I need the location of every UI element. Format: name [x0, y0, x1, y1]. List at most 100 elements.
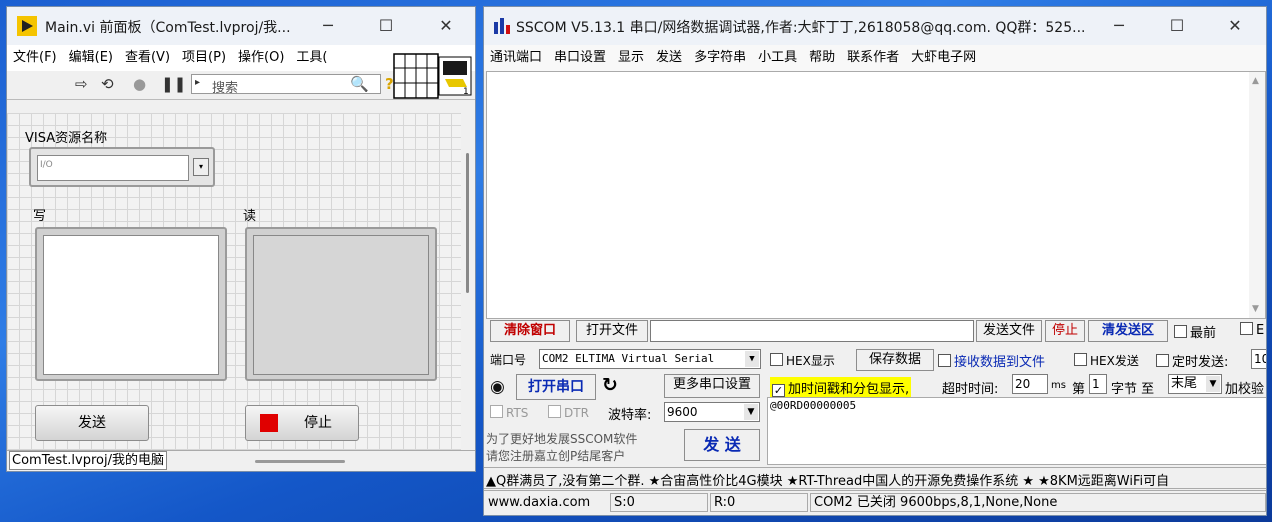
timed-send-checkbox-box[interactable]: [1156, 354, 1169, 367]
checksum-label: 加校验: [1225, 382, 1265, 397]
run-continuous-icon[interactable]: ⟲: [101, 75, 114, 93]
menu-help[interactable]: 帮助: [803, 45, 841, 71]
byte-to-label: 字节 至: [1111, 382, 1155, 397]
promo-line-1[interactable]: 为了更好地发展SSCOM软件: [486, 430, 637, 447]
menu-operate[interactable]: 操作(O): [232, 45, 290, 71]
search-icon[interactable]: 🔍: [350, 75, 369, 93]
horizontal-scroll-thumb[interactable]: [255, 460, 345, 463]
write-label: 写: [33, 209, 47, 224]
nth-byte-value: 1: [1092, 377, 1100, 391]
visa-resource-label: VISA资源名称: [25, 131, 108, 146]
menu-comm-port[interactable]: 通讯端口: [484, 45, 548, 71]
rts-checkbox[interactable]: RTS: [490, 405, 528, 420]
hex-send-checkbox-box[interactable]: [1074, 353, 1087, 366]
menu-port-settings[interactable]: 串口设置: [548, 45, 612, 71]
menu-tools[interactable]: 小工具: [752, 45, 803, 71]
timestamp-checkbox[interactable]: ✓ 加时间戳和分包显示,: [770, 377, 912, 398]
minimize-icon[interactable]: ─: [1108, 15, 1130, 37]
hex-display-checkbox-box[interactable]: [770, 353, 783, 366]
refresh-icon[interactable]: ↻: [602, 374, 618, 396]
chevron-down-icon[interactable]: ▼: [744, 404, 758, 420]
clear-send-area-button[interactable]: 清发送区: [1088, 320, 1168, 342]
labview-statusbar: ComTest.lvproj/我的电脑: [7, 450, 475, 471]
send-file-button[interactable]: 发送文件: [976, 320, 1042, 342]
labview-search-box[interactable]: ▸ 搜索 🔍: [191, 74, 381, 96]
recv-to-file-checkbox[interactable]: 接收数据到文件: [938, 351, 1045, 370]
run-arrow-icon[interactable]: ⇨: [75, 75, 88, 93]
visa-dropdown-icon[interactable]: ▾: [193, 158, 209, 176]
topmost-label: 最前: [1190, 326, 1217, 341]
chevron-down-icon[interactable]: ▼: [745, 351, 759, 367]
labview-stop-button[interactable]: 停止: [245, 405, 359, 441]
scroll-down-icon[interactable]: ▼: [1252, 304, 1259, 314]
menu-file[interactable]: 文件(F): [7, 45, 63, 71]
receive-scrollbar[interactable]: ▲ ▼: [1249, 72, 1265, 318]
pause-icon[interactable]: ❚❚: [161, 75, 186, 93]
dtr-label: DTR: [564, 406, 589, 420]
close-icon[interactable]: ✕: [1224, 15, 1246, 37]
stop-send-button[interactable]: 停止: [1045, 320, 1085, 342]
send-button-label: 发送: [78, 415, 106, 431]
menu-view[interactable]: 查看(V): [119, 45, 176, 71]
port-status-led-icon: ◉: [490, 377, 505, 397]
scroll-up-icon[interactable]: ▲: [1252, 76, 1259, 86]
menu-display[interactable]: 显示: [612, 45, 650, 71]
send-button[interactable]: 发 送: [684, 429, 760, 461]
nth-byte-input[interactable]: 1: [1089, 374, 1107, 394]
more-port-settings-button[interactable]: 更多串口设置: [664, 374, 760, 398]
labview-send-button[interactable]: 发送: [35, 405, 149, 441]
visa-io-prefix: I/O: [40, 160, 53, 170]
menu-send[interactable]: 发送: [650, 45, 688, 71]
minimize-icon[interactable]: ─: [317, 15, 339, 37]
baud-rate-select[interactable]: 9600 ▼: [664, 402, 760, 422]
dtr-checkbox[interactable]: DTR: [548, 405, 589, 420]
dtr-checkbox-box[interactable]: [548, 405, 561, 418]
write-string-input[interactable]: [43, 235, 219, 375]
menu-tools[interactable]: 工具(: [290, 45, 333, 71]
topmost-checkbox-box[interactable]: [1174, 325, 1187, 338]
promo-line-2[interactable]: 请您注册嘉立创P结尾客户: [486, 447, 625, 464]
search-expand-icon: ▸: [195, 77, 201, 88]
abort-icon[interactable]: ●: [133, 75, 146, 93]
baud-label: 波特率:: [608, 408, 652, 423]
maximize-icon[interactable]: ☐: [1166, 15, 1188, 37]
labview-vertical-scrollbar[interactable]: [461, 113, 475, 453]
menu-edit[interactable]: 编辑(E): [63, 45, 119, 71]
english-checkbox[interactable]: E: [1240, 322, 1264, 338]
clear-window-button[interactable]: 清除窗口: [490, 320, 570, 342]
menu-daxia-site[interactable]: 大虾电子网: [905, 45, 982, 71]
hex-send-checkbox[interactable]: HEX发送: [1074, 352, 1139, 369]
recv-to-file-checkbox-box[interactable]: [938, 354, 951, 367]
chevron-down-icon[interactable]: ▼: [1206, 376, 1220, 392]
status-site[interactable]: www.daxia.com: [484, 493, 608, 512]
menu-contact[interactable]: 联系作者: [841, 45, 905, 71]
open-file-button[interactable]: 打开文件: [576, 320, 648, 342]
nth-label: 第: [1072, 382, 1086, 397]
visa-resource-control: I/O ▾: [29, 147, 215, 187]
topmost-checkbox[interactable]: 最前: [1174, 322, 1216, 341]
port-select[interactable]: COM2 ELTIMA Virtual Serial ▼: [539, 349, 761, 369]
scroll-thumb[interactable]: [466, 153, 469, 293]
file-path-input[interactable]: [650, 320, 974, 342]
timed-send-checkbox[interactable]: 定时发送:: [1156, 351, 1228, 370]
save-data-button[interactable]: 保存数据: [856, 349, 934, 371]
rts-label: RTS: [506, 406, 529, 420]
send-text-area[interactable]: @00RD00000005: [767, 397, 1266, 465]
maximize-icon[interactable]: ☐: [375, 15, 397, 37]
timeout-input[interactable]: 20: [1012, 374, 1048, 394]
timestamp-checkbox-box[interactable]: ✓: [772, 384, 785, 397]
english-checkbox-box[interactable]: [1240, 322, 1253, 335]
labview-search-placeholder: 搜索: [212, 81, 239, 96]
hex-display-checkbox[interactable]: HEX显示: [770, 352, 835, 369]
ms-label: ms: [1051, 380, 1066, 391]
receive-display-area[interactable]: ▲ ▼: [486, 71, 1266, 319]
timed-send-interval-input[interactable]: 10: [1251, 349, 1266, 369]
menu-multi-string[interactable]: 多字符串: [688, 45, 752, 71]
ticker-text[interactable]: ▲Q群满员了,没有第二个群. ★合宙高性价比4G模块 ★RT-Thread中国人…: [486, 470, 1169, 488]
tail-select[interactable]: 末尾 ▼: [1168, 374, 1222, 394]
visa-resource-field[interactable]: I/O: [37, 155, 189, 181]
menu-project[interactable]: 项目(P): [176, 45, 232, 71]
close-icon[interactable]: ✕: [435, 15, 457, 37]
open-port-button[interactable]: 打开串口: [516, 374, 596, 400]
rts-checkbox-box[interactable]: [490, 405, 503, 418]
